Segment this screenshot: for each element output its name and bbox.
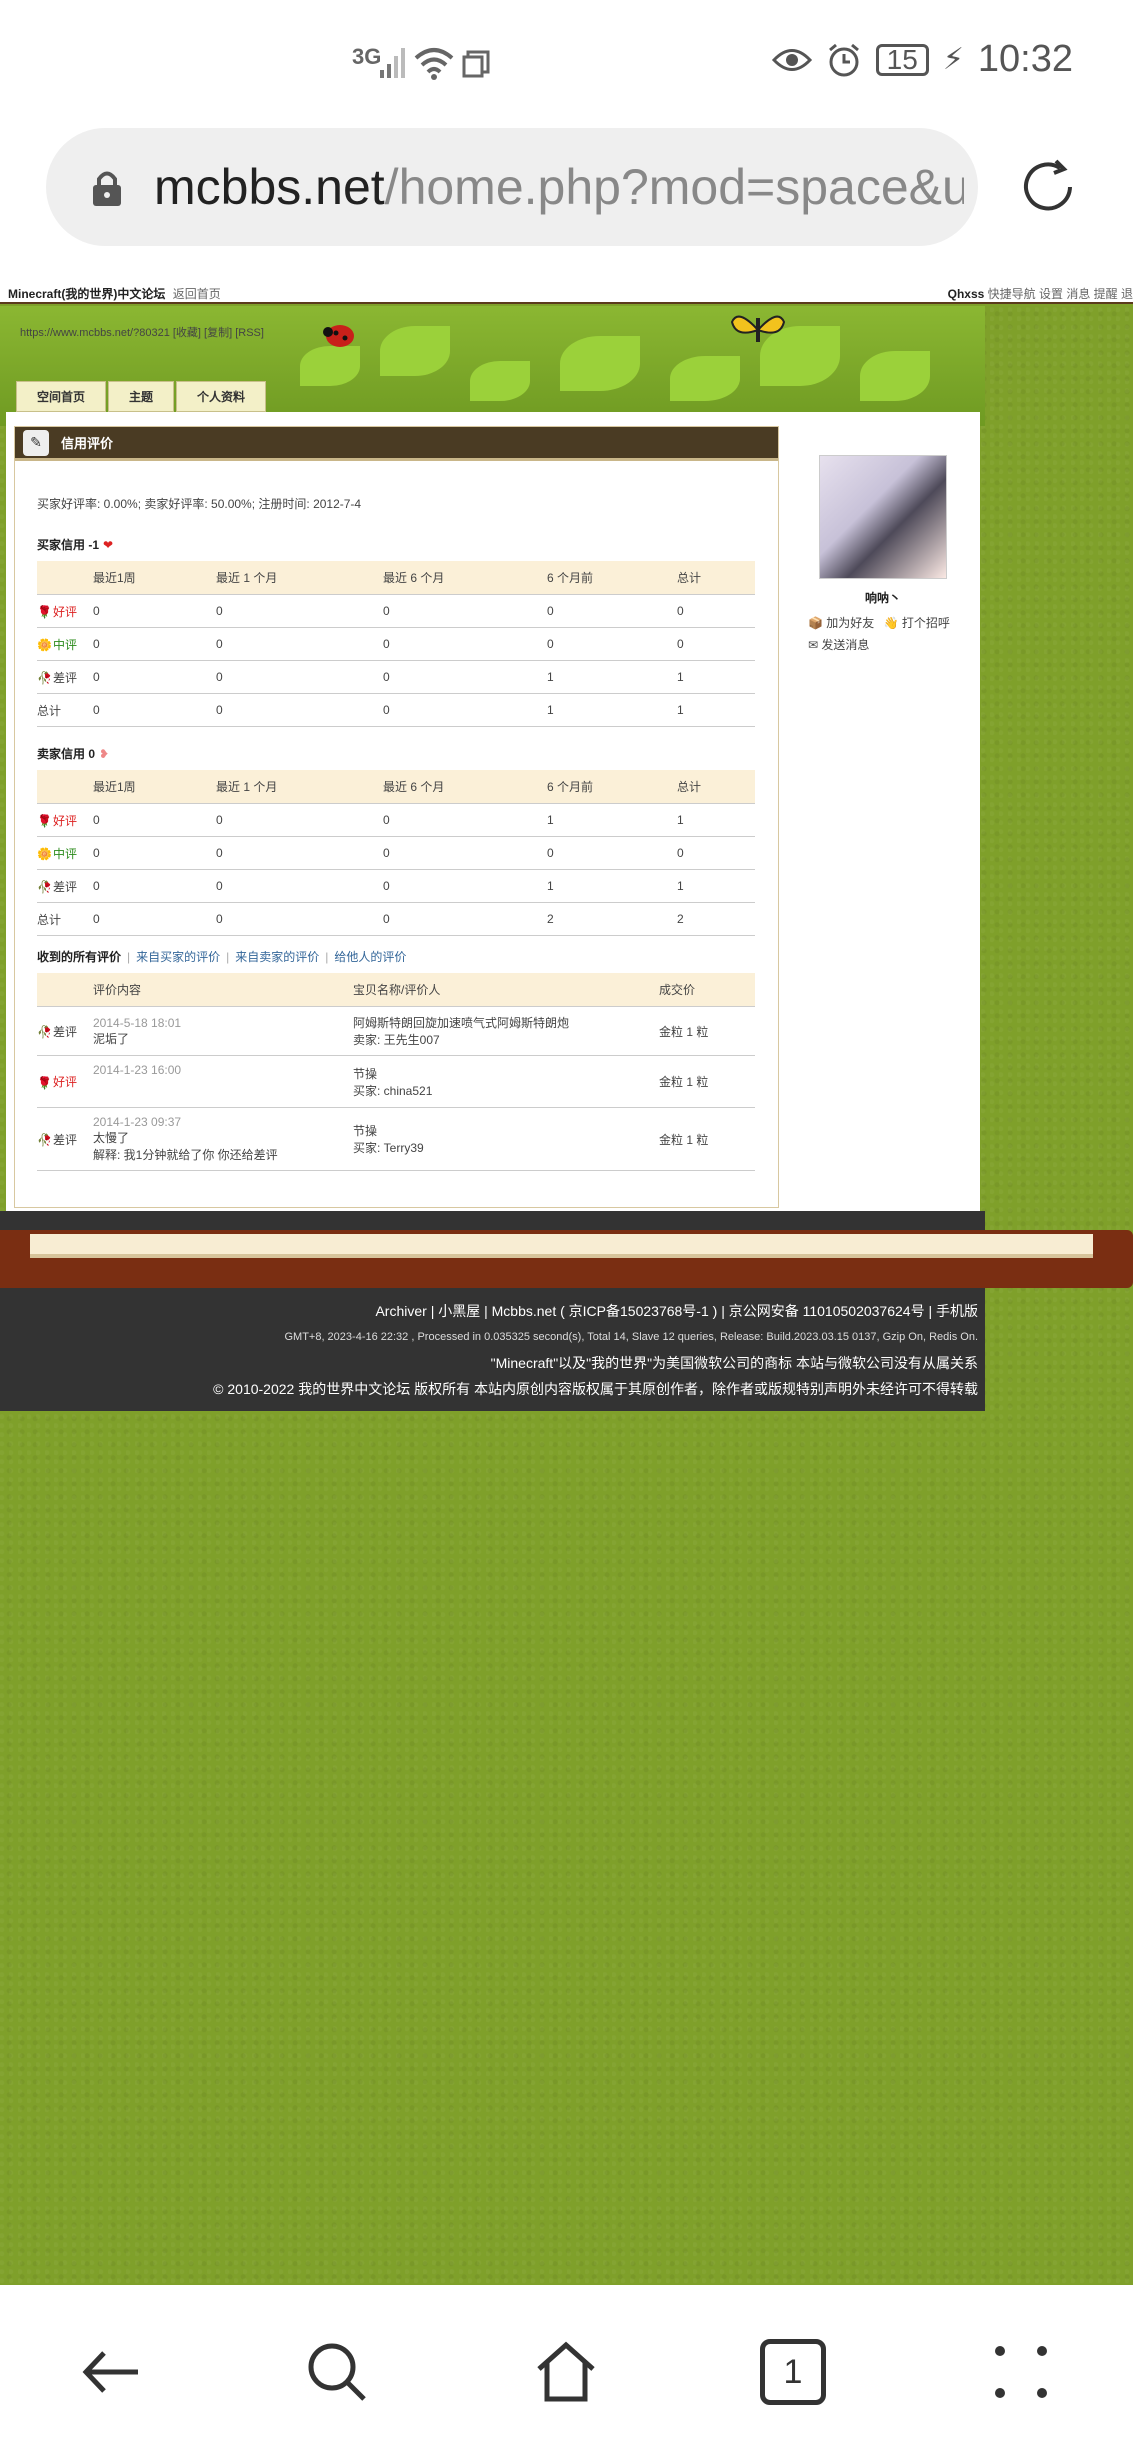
home-icon[interactable] (533, 2339, 599, 2405)
scroll-decoration (0, 1230, 1133, 1288)
space-tabs: 空间首页 主题 个人资料 (16, 381, 268, 412)
wilted-flower-icon: 🥀 (37, 671, 52, 686)
charging-icon: ⚡ (942, 43, 964, 76)
footer-copyright: © 2010-2022 我的世界中文论坛 版权所有 本站内原创内容版权属于其原创… (213, 1381, 978, 1397)
buyer-credit-table: 最近1周 最近 1 个月 最近 6 个月 6 个月前 总计 🌹好评 0 0 0 0 0 🌼中评 0… (37, 561, 755, 727)
back-home-link[interactable]: 返回首页 (173, 287, 221, 301)
table-row: 🌼中评 0 0 0 0 0 (37, 836, 755, 870)
quick-nav-links[interactable]: 快捷导航 设置 消息 提醒 退 (988, 287, 1133, 301)
butterfly-icon (730, 315, 786, 342)
flower-icon: 🌼 (37, 638, 52, 653)
flower-icon: 🌹 (37, 814, 52, 829)
heart-icon: ❤ (103, 537, 114, 552)
table-row: 🌹好评 0 0 0 1 1 (37, 803, 755, 837)
footer-stats: GMT+8, 2023-4-16 22:32 , Processed in 0.… (284, 1331, 978, 1343)
space-url[interactable]: https://www.mcbbs.net/?80321 [收藏] [复制] [… (20, 324, 264, 340)
footer-text: Archiver | 小黑屋 | Mcbbs.net ( 京ICP备150237… (213, 1298, 978, 1402)
ladybug-icon (323, 325, 354, 347)
tab-threads[interactable]: 主题 (108, 381, 175, 412)
send-message-link[interactable]: ✉ 发送消息 (808, 638, 869, 652)
table-row: 🌼中评 0 0 0 0 0 (37, 627, 755, 661)
review-row: 🌹好评 2014-1-23 16:00 节操 买家: china521 金粒 1 … (37, 1055, 755, 1108)
section-title: 信用评价 (61, 436, 114, 451)
filter-from-seller[interactable]: 来自卖家的评价 (235, 948, 319, 965)
rating-summary: 买家好评率: 0.00%; 卖家好评率: 50.00%; 注册时间: 2012-… (37, 497, 362, 511)
review-row: 🥀差评 2014-5-18 18:01 泥垢了 阿姆斯特朗回旋加速喷气式阿姆斯特朗… (37, 1006, 755, 1056)
item-link[interactable]: 阿姆斯特朗回旋加速喷气式阿姆斯特朗炮 (353, 1014, 659, 1031)
battery-level: 15 (875, 43, 929, 76)
tab-space-home[interactable]: 空间首页 (16, 381, 107, 412)
alarm-icon (828, 43, 859, 76)
table-row: 🥀差评 0 0 0 1 1 (37, 660, 755, 694)
add-friend-link[interactable]: 📦 加为好友 (808, 616, 874, 630)
filter-to-others[interactable]: 给他人的评价 (334, 948, 406, 965)
url-text[interactable]: mcbbs.net/home.php?mod=space&ui (154, 158, 964, 216)
wilted-flower-icon: 🥀 (37, 1025, 52, 1040)
wilted-flower-icon: 🥀 (37, 1133, 52, 1148)
section-header: ✎ 信用评价 (15, 427, 778, 461)
tab-switcher-button[interactable]: 1 (760, 2339, 826, 2405)
tab-profile[interactable]: 个人资料 (176, 381, 267, 412)
browser-nav-bar: 1 (0, 2285, 1133, 2453)
table-row: 🌹好评 0 0 0 0 0 (37, 594, 755, 628)
credit-icon: ✎ (23, 429, 49, 456)
sim-icon (462, 50, 490, 78)
credit-panel: ✎ 信用评价 买家好评率: 0.00%; 卖家好评率: 50.00%; 注册时间… (14, 426, 779, 1208)
reviews-table: 评价内容 宝贝名称/评价人 成交价 🥀差评 2014-5-18 18:01 泥垢了 阿… (37, 973, 755, 1171)
more-menu-icon[interactable] (988, 2339, 1054, 2405)
profile-username[interactable]: 响呐丶 (808, 589, 958, 606)
forum-brand-link[interactable]: Minecraft(我的世界)中文论坛 (8, 287, 165, 301)
item-link[interactable]: 节操 (353, 1065, 659, 1082)
reload-icon[interactable] (1016, 155, 1080, 219)
cell-signal-icon (380, 48, 405, 78)
buyer-credit-title: 买家信用 -1 ❤ (37, 537, 114, 553)
review-row: 🥀差评 2014-1-23 09:37 太慢了 解释: 我1分钟就给了你 你还给差评… (37, 1107, 755, 1171)
forum-topbar: Minecraft(我的世界)中文论坛 返回首页 Qhxss 快捷导航 设置 消… (0, 280, 1133, 304)
table-row: 🥀差评 0 0 0 1 1 (37, 869, 755, 903)
greet-link[interactable]: 👋 打个招呼 (884, 616, 950, 630)
item-link[interactable]: 节操 (353, 1122, 659, 1139)
wifi-icon (414, 48, 454, 80)
filter-from-buyer[interactable]: 来自买家的评价 (136, 948, 220, 965)
web-page: Minecraft(我的世界)中文论坛 返回首页 Qhxss 快捷导航 设置 消… (0, 280, 1133, 2285)
footer-trademark: "Minecraft"以及"我的世界"为美国微软公司的商标 本站与微软公司没有从… (490, 1355, 978, 1371)
flower-icon: 🌹 (37, 1075, 52, 1090)
current-user-link[interactable]: Qhxss (948, 287, 985, 301)
clock: 10:32 (977, 38, 1073, 80)
network-type: 3G (352, 44, 382, 69)
footer-links[interactable]: Archiver | 小黑屋 | Mcbbs.net ( 京ICP备150237… (213, 1298, 978, 1324)
table-row: 总计 0 0 0 1 1 (37, 693, 755, 727)
avatar[interactable] (819, 455, 947, 579)
seller-credit-table: 最近1周 最近 1 个月 最近 6 个月 6 个月前 总计 🌹好评 0 0 0 1 1 🌼中评 0… (37, 770, 755, 936)
back-arrow-icon[interactable] (78, 2339, 144, 2405)
flower-icon: 🌼 (37, 847, 52, 862)
flower-icon: 🌹 (37, 605, 52, 620)
profile-sidebar: 响呐丶 📦 加为好友 👋 打个招呼 ✉ 发送消息 (808, 455, 958, 656)
heart-icon: ❥ (99, 746, 110, 761)
seller-credit-title: 卖家信用 0 ❥ (37, 746, 110, 762)
address-bar[interactable]: mcbbs.net/home.php?mod=space&ui (46, 128, 978, 246)
search-icon[interactable] (304, 2339, 370, 2405)
status-bar: 3G 15 ⚡ 10:32 (0, 0, 1133, 125)
review-filters: 收到的所有评价 | 来自买家的评价 | 来自卖家的评价 | 给他人的评价 (37, 948, 407, 965)
lock-icon (93, 171, 121, 206)
table-row: 总计 0 0 0 2 2 (37, 902, 755, 936)
filter-all[interactable]: 收到的所有评价 (37, 948, 121, 965)
wilted-flower-icon: 🥀 (37, 880, 52, 895)
eye-icon (771, 48, 812, 71)
